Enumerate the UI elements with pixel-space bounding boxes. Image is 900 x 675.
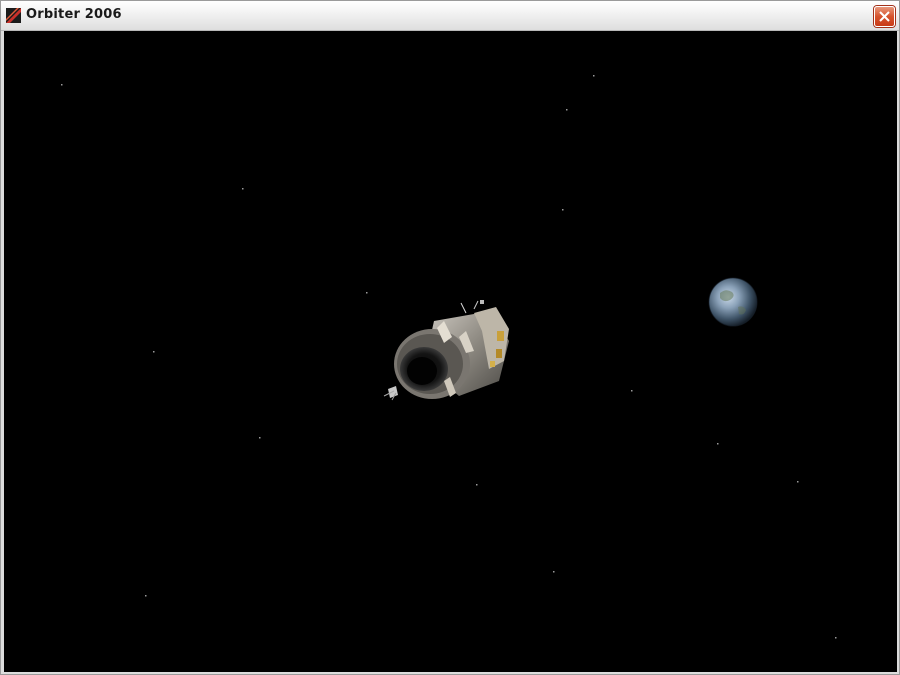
small-module [383,386,398,401]
simulation-viewport[interactable] [4,31,897,672]
title-bar[interactable]: Orbiter 2006 [1,1,899,31]
planet-earth [708,277,758,327]
space-scene [61,75,837,639]
close-icon [879,11,890,22]
close-button[interactable] [874,6,895,27]
spacecraft [383,300,509,401]
app-window: Orbiter 2006 [0,0,900,675]
orbiter-logo-icon [6,8,21,23]
window-title: Orbiter 2006 [26,7,122,22]
